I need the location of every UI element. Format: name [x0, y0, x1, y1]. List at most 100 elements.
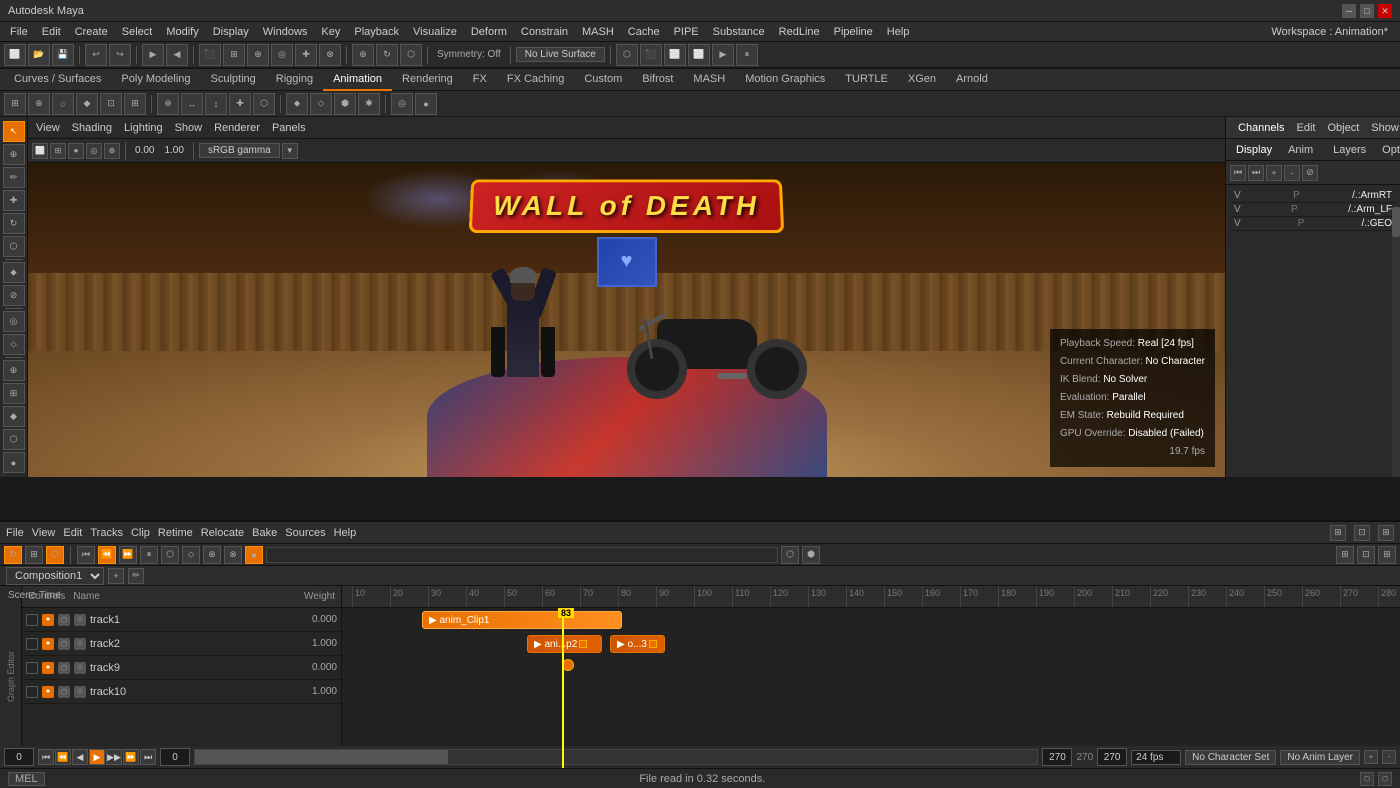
anim-tb-5[interactable]: ⊡: [100, 93, 122, 115]
te-menu-clip[interactable]: Clip: [131, 527, 150, 539]
tb-extra-3[interactable]: ⬜: [664, 44, 686, 66]
track-check-3[interactable]: [26, 662, 38, 674]
clip-ani-p2[interactable]: ▶ ani...p2: [527, 635, 602, 653]
anim-tb-11[interactable]: ⬡: [253, 93, 275, 115]
tab-fx-caching[interactable]: FX Caching: [497, 69, 574, 91]
vp-color-mode[interactable]: sRGB gamma: [199, 143, 280, 158]
menu-windows[interactable]: Windows: [257, 22, 314, 42]
comp-add[interactable]: +: [108, 568, 124, 584]
menu-constrain[interactable]: Constrain: [515, 22, 574, 42]
tb-ipr[interactable]: ◀: [166, 44, 188, 66]
no-char-set[interactable]: No Character Set: [1185, 750, 1276, 765]
show-tab[interactable]: Show: [1365, 120, 1400, 136]
pb-play[interactable]: ▶: [89, 749, 105, 765]
no-anim-layer[interactable]: No Anim Layer: [1280, 750, 1360, 765]
clips-area[interactable]: ▶ anim_Clip1 ▶ ani...p2 ▶ o...3: [342, 608, 1400, 768]
menu-deform[interactable]: Deform: [465, 22, 513, 42]
menu-substance[interactable]: Substance: [707, 22, 771, 42]
viewport-canvas[interactable]: WALL of DEATH ♥: [28, 163, 1225, 477]
pb-go-start[interactable]: ⏮: [38, 749, 54, 765]
channel-scrollbar[interactable]: [1392, 207, 1400, 477]
comp-edit[interactable]: ✏: [128, 568, 144, 584]
options-tab[interactable]: Options: [1376, 142, 1400, 158]
tab-mash[interactable]: MASH: [683, 69, 735, 91]
te-solo[interactable]: ⬢: [802, 546, 820, 564]
tool-sculpt[interactable]: ⬦: [3, 334, 25, 355]
anim-tb-key4[interactable]: ✱: [358, 93, 380, 115]
tb-new[interactable]: ⬜: [4, 44, 26, 66]
anim-prev-key[interactable]: ⏮: [1230, 165, 1246, 181]
te-extra-2[interactable]: ⊡: [1354, 525, 1370, 541]
tab-curves-surfaces[interactable]: Curves / Surfaces: [4, 69, 111, 91]
tool-softmod[interactable]: ◎: [3, 311, 25, 332]
vp-show[interactable]: Show: [175, 122, 203, 134]
start-frame[interactable]: [4, 748, 34, 766]
tb-scale[interactable]: ⬡: [400, 44, 422, 66]
anim-tb-7[interactable]: ⊕: [157, 93, 179, 115]
te-tb-2[interactable]: ⊞: [25, 546, 43, 564]
anim-tb-3[interactable]: ○: [52, 93, 74, 115]
tab-animation[interactable]: Animation: [323, 69, 392, 91]
vp-tb-2[interactable]: ⊞: [50, 143, 66, 159]
anim-tb-ghost2[interactable]: ●: [415, 93, 437, 115]
te-tb-9[interactable]: ⬦: [182, 546, 200, 564]
te-tb-8[interactable]: ⬡: [161, 546, 179, 564]
clip-anim-clip1[interactable]: ▶ anim_Clip1: [422, 611, 622, 629]
pb-play-back[interactable]: ◀: [72, 749, 88, 765]
te-tb-1[interactable]: ↻: [4, 546, 22, 564]
vp-lighting[interactable]: Lighting: [124, 122, 163, 134]
tb-snap4[interactable]: ⊗: [319, 44, 341, 66]
tab-custom[interactable]: Custom: [574, 69, 632, 91]
te-playhead[interactable]: [562, 608, 564, 768]
anim-add-key[interactable]: +: [1266, 165, 1282, 181]
channels-tab[interactable]: Channels: [1232, 120, 1290, 136]
tb-grid[interactable]: ⊞: [223, 44, 245, 66]
te-menu-bake[interactable]: Bake: [252, 527, 277, 539]
tab-motion-graphics[interactable]: Motion Graphics: [735, 69, 835, 91]
vp-shading[interactable]: Shading: [72, 122, 112, 134]
te-extra-3[interactable]: ⊞: [1378, 525, 1394, 541]
te-extra-btn-2[interactable]: ⊡: [1357, 546, 1375, 564]
timeline-zoom-out[interactable]: -: [1382, 750, 1396, 764]
menu-mash[interactable]: MASH: [576, 22, 620, 42]
tool-key[interactable]: ⬥: [3, 262, 25, 283]
te-extra-btn-1[interactable]: ⊞: [1336, 546, 1354, 564]
menu-modify[interactable]: Modify: [160, 22, 204, 42]
display-tab[interactable]: Display: [1230, 142, 1278, 158]
tab-sculpting[interactable]: Sculpting: [201, 69, 266, 91]
tab-arnold[interactable]: Arnold: [946, 69, 998, 91]
anim-tb-ghost1[interactable]: ◎: [391, 93, 413, 115]
te-tb-4[interactable]: ⏮: [77, 546, 95, 564]
tool-tangent[interactable]: ⊘: [3, 285, 25, 306]
anim-tb-2[interactable]: ⊕: [28, 93, 50, 115]
timeline-area[interactable]: 1020304050607080901001101201301401501601…: [342, 586, 1400, 768]
anim-tb-9[interactable]: ↕: [205, 93, 227, 115]
te-tb-7[interactable]: ⏸: [140, 546, 158, 564]
menu-pipe[interactable]: PIPE: [668, 22, 705, 42]
tool-manip3[interactable]: ◆: [3, 406, 25, 427]
te-menu-view[interactable]: View: [32, 527, 56, 539]
te-menu-file[interactable]: File: [6, 527, 24, 539]
anim-tangent[interactable]: ⊘: [1302, 165, 1318, 181]
close-btn[interactable]: ✕: [1378, 4, 1392, 18]
anim-tb-key3[interactable]: ⬢: [334, 93, 356, 115]
te-tb-12[interactable]: ●: [245, 546, 263, 564]
menu-playback[interactable]: Playback: [348, 22, 405, 42]
anim-tb-8[interactable]: ↔: [181, 93, 203, 115]
menu-key[interactable]: Key: [315, 22, 346, 42]
anim-next-key[interactable]: ⏭: [1248, 165, 1264, 181]
tb-snap2[interactable]: ◎: [271, 44, 293, 66]
maximize-btn[interactable]: □: [1360, 4, 1374, 18]
menu-file[interactable]: File: [4, 22, 34, 42]
tb-save[interactable]: 💾: [52, 44, 74, 66]
vp-tb-4[interactable]: ◎: [86, 143, 102, 159]
te-menu-help[interactable]: Help: [334, 527, 357, 539]
track-check-4[interactable]: [26, 686, 38, 698]
vp-tb-5[interactable]: ⊕: [104, 143, 120, 159]
tool-move[interactable]: ✚: [3, 190, 25, 211]
tool-rotate[interactable]: ↻: [3, 213, 25, 234]
clip-o3[interactable]: ▶ o...3: [610, 635, 665, 653]
tb-move[interactable]: ⊕: [352, 44, 374, 66]
tool-paint[interactable]: ✏: [3, 167, 25, 188]
tb-live-surface[interactable]: No Live Surface: [516, 47, 605, 62]
